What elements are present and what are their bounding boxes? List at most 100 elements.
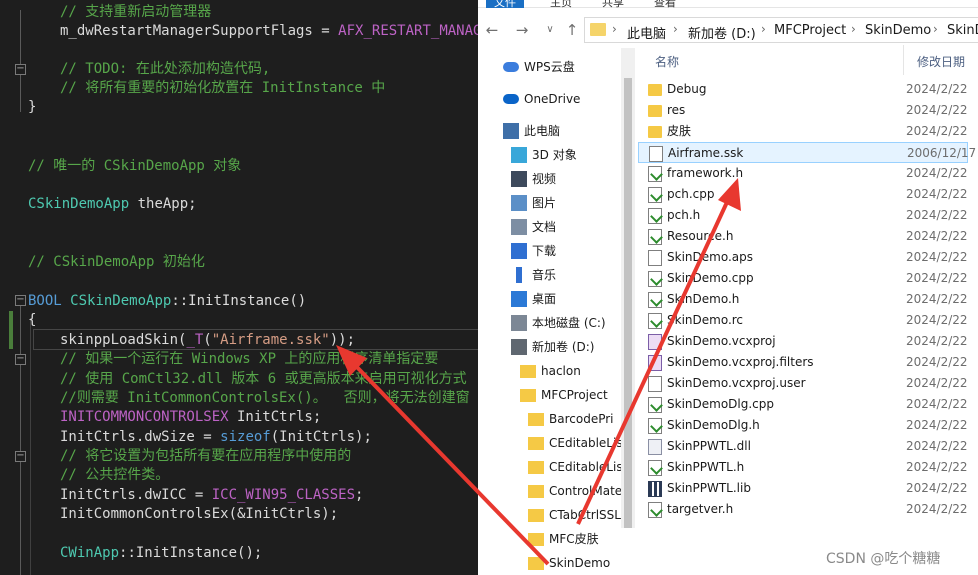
file-modified-date: 2024/2/22 — [906, 460, 968, 474]
file-row[interactable]: SkinDemo.aps 2024/2/22 — [638, 247, 968, 268]
nav-item[interactable]: 本地磁盘 (C:) — [478, 312, 621, 334]
breadcrumb-drive-d[interactable]: 新加卷 (D:) — [688, 23, 756, 42]
nav-item[interactable]: CEditableLis — [478, 432, 623, 454]
code-line[interactable]: // TODO: 在此处添加构造代码, — [60, 59, 270, 79]
address-input[interactable]: › 此电脑 › 新加卷 (D:) › MFCProject › SkinDemo… — [584, 17, 978, 43]
ribbon-tab-home[interactable]: 主页 — [550, 0, 572, 9]
file-row[interactable]: res 2024/2/22 — [638, 100, 968, 121]
fold-toggle[interactable]: − — [15, 64, 26, 75]
file-row[interactable]: framework.h 2024/2/22 — [638, 163, 968, 184]
ribbon-tab-file[interactable]: 文件 — [486, 0, 524, 9]
code-line[interactable]: { — [28, 310, 36, 330]
ribbon-tab-view[interactable]: 查看 — [654, 0, 676, 9]
code-line[interactable]: skinppLoadSkin(_T("Airframe.ssk")); — [60, 330, 355, 350]
nav-item[interactable]: CTabCtrlSSL — [478, 504, 621, 526]
file-row[interactable]: pch.h 2024/2/22 — [638, 205, 968, 226]
code-line[interactable]: BOOL CSkinDemoApp::InitInstance() — [28, 291, 306, 311]
code-line[interactable]: } — [28, 97, 36, 117]
file-row[interactable]: SkinPPWTL.lib 2024/2/22 — [638, 478, 968, 499]
nav-item[interactable]: 桌面 — [478, 288, 621, 310]
folder-icon — [528, 557, 544, 570]
nav-item[interactable]: 图片 — [478, 192, 621, 214]
ribbon-tab-share[interactable]: 共享 — [602, 0, 624, 9]
fold-toggle[interactable]: − — [15, 451, 26, 462]
code-line[interactable]: CSkinDemoApp theApp; — [28, 194, 197, 214]
file-row[interactable]: SkinDemo.vcxproj.user 2024/2/22 — [638, 373, 968, 394]
code-line[interactable]: InitCommonControlsEx(&InitCtrls); — [60, 504, 338, 524]
code-line[interactable]: InitCtrls.dwSize = sizeof(InitCtrls); — [60, 427, 372, 447]
file-row[interactable]: SkinPPWTL.h 2024/2/22 — [638, 457, 968, 478]
code-line[interactable]: m_dwRestartManagerSupportFlags = AFX_RES… — [60, 21, 478, 41]
file-row[interactable]: Airframe.ssk 2006/12/17 — [638, 142, 976, 163]
nav-item[interactable]: ControlMate — [478, 480, 622, 502]
file-row[interactable]: SkinDemoDlg.cpp 2024/2/22 — [638, 394, 968, 415]
code-editor[interactable]: − − − − // 支持重新启动管理器 m_dwRestartManagerSu… — [0, 0, 478, 575]
code-line[interactable]: // 唯一的 CSkinDemoApp 对象 — [28, 156, 241, 176]
nav-scrollbar-thumb[interactable] — [624, 78, 632, 528]
code-token: CWinApp — [60, 545, 120, 561]
nav-item[interactable]: 3D 对象 — [478, 144, 621, 166]
file-modified-date: 2024/2/22 — [906, 376, 968, 390]
nav-item-label: 音乐 — [532, 268, 557, 282]
file-row[interactable]: SkinDemoDlg.h 2024/2/22 — [638, 415, 968, 436]
file-row[interactable]: pch.cpp 2024/2/22 — [638, 184, 968, 205]
fold-toggle[interactable]: − — [15, 295, 26, 306]
nav-item[interactable]: 音乐 — [478, 264, 621, 286]
file-modified-date: 2024/2/22 — [906, 502, 968, 516]
file-row[interactable]: SkinDemo.h 2024/2/22 — [638, 289, 968, 310]
nav-item[interactable]: CEditableLis — [478, 456, 623, 478]
code-line[interactable]: INITCOMMONCONTROLSEX InitCtrls; — [60, 407, 321, 427]
code-line[interactable]: InitCtrls.dwICC = ICC_WIN95_CLASSES; — [60, 485, 363, 505]
up-arrow-icon[interactable]: ↑ — [562, 20, 582, 40]
file-row[interactable]: SkinDemo.rc 2024/2/22 — [638, 310, 968, 331]
nav-item[interactable]: BarcodePri — [478, 408, 621, 430]
nav-item[interactable]: 文档 — [478, 216, 621, 238]
code-line[interactable]: // 将它设置为包括所有要在应用程序中使用的 — [60, 446, 351, 466]
file-row[interactable]: targetver.h 2024/2/22 — [638, 499, 968, 520]
nav-item[interactable]: haclon — [478, 360, 621, 382]
fold-toggle[interactable]: − — [15, 354, 26, 365]
code-line[interactable]: // CSkinDemoApp 初始化 — [28, 252, 205, 272]
navigation-pane[interactable]: WPS云盘 OneDrive 此电脑 3D 对象 视频 图片 文档 下载音乐桌面 本地磁盘 (C… — [478, 45, 623, 575]
column-header-modified[interactable]: 修改日期 — [917, 53, 965, 70]
file-row[interactable]: Debug 2024/2/22 — [638, 79, 968, 100]
nav-item[interactable]: SkinDemo — [478, 552, 621, 574]
breadcrumb-skindemo-sub[interactable]: SkinDe — [947, 23, 978, 38]
file-row[interactable]: SkinDemo.vcxproj.filters 2024/2/22 — [638, 352, 968, 373]
file-list[interactable]: 名称 修改日期 Debug 2024/2/22 res 2024/2/22 皮肤 2024… — [638, 45, 978, 575]
code-file-icon — [648, 292, 662, 308]
column-divider[interactable] — [903, 45, 904, 75]
file-row[interactable]: SkinPPWTL.dll 2024/2/22 — [638, 436, 968, 457]
column-header-name[interactable]: 名称 — [655, 53, 679, 70]
code-line[interactable]: //则需要 InitCommonControlsEx()。 否则，将无法创建窗 — [60, 388, 470, 408]
code-line[interactable]: // 支持重新启动管理器 — [60, 2, 211, 22]
breadcrumb-this-pc[interactable]: 此电脑 — [627, 23, 666, 42]
nav-item[interactable]: 视频 — [478, 168, 621, 190]
code-line[interactable]: // 公共控件类。 — [60, 465, 169, 485]
code-line[interactable]: // 将所有重要的初始化放置在 InitInstance 中 — [60, 78, 385, 98]
code-line[interactable]: CWinApp::InitInstance(); — [60, 543, 262, 563]
file-modified-date: 2024/2/22 — [906, 397, 968, 411]
code-line[interactable]: // 使用 ComCtl32.dll 版本 6 或更高版本来启用可视化方式 — [60, 369, 467, 389]
nav-item[interactable]: WPS云盘 — [478, 56, 621, 78]
nav-item[interactable]: OneDrive — [478, 88, 621, 110]
file-row[interactable]: SkinDemo.cpp 2024/2/22 — [638, 268, 968, 289]
nav-item[interactable]: 新加卷 (D:) — [478, 336, 621, 358]
back-arrow-icon[interactable]: ← — [482, 20, 502, 40]
breadcrumb-mfcproject[interactable]: MFCProject — [774, 23, 846, 38]
music-icon — [516, 267, 522, 283]
file-row[interactable]: SkinDemo.vcxproj 2024/2/22 — [638, 331, 968, 352]
file-row[interactable]: 皮肤 2024/2/22 — [638, 121, 968, 142]
nav-item[interactable]: MFC皮肤 — [478, 528, 621, 550]
file-row[interactable]: Resource.h 2024/2/22 — [638, 226, 968, 247]
nav-item[interactable]: 下载 — [478, 240, 621, 262]
code-line[interactable]: // 如果一个运行在 Windows XP 上的应用程序清单指定要 — [60, 349, 438, 369]
nav-scrollbar[interactable] — [621, 48, 635, 528]
breadcrumb-skindemo[interactable]: SkinDemo — [865, 23, 931, 38]
file-modified-date: 2024/2/22 — [906, 313, 968, 327]
nav-item[interactable]: MFCProject — [478, 384, 621, 406]
nav-item[interactable]: 此电脑 — [478, 120, 621, 142]
forward-arrow-icon[interactable]: → — [512, 20, 532, 40]
recent-dropdown-icon[interactable]: ∨ — [540, 20, 560, 40]
code-token: // CSkinDemoApp 初始化 — [28, 254, 205, 270]
